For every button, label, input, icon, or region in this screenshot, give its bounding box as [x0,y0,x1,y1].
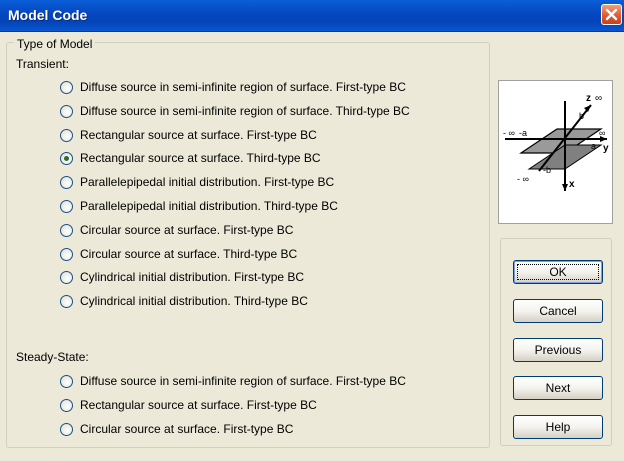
label-neg-a: -a [519,128,527,138]
radio-button[interactable] [60,81,73,94]
radio-button[interactable] [60,247,73,261]
label-z: z [586,93,591,104]
radio-label: Parallelepipedal initial distribution. F… [80,175,335,190]
label-a: a [591,141,596,151]
radio-label: Diffuse source in semi-infinite region o… [80,80,406,94]
help-label: Help [545,420,571,434]
radio-button[interactable] [60,422,73,436]
label-x: x [569,179,575,190]
cancel-label: Cancel [539,304,577,318]
radio-label: Rectangular source at surface. First-typ… [80,397,317,412]
radio-label: Rectangular source at surface. First-typ… [80,127,317,142]
group-title: Type of Model [14,37,96,51]
radio-label: Cylindrical initial distribution. First-… [80,270,305,285]
label-b-top: b [579,111,584,121]
next-label: Next [545,381,571,395]
axes-diagram-icon: z ∞ b - ∞ -a ∞ a y -b - ∞ x [503,93,609,191]
radio-button[interactable] [60,200,73,213]
radio-label: Parallelepipedal initial distribution. T… [80,199,338,213]
steady-state-label: Steady-State: [16,350,89,364]
close-button[interactable] [601,4,622,25]
label-neg-inf-2: - ∞ [517,174,529,184]
radio-label: Circular source at surface. First-type B… [80,421,294,436]
label-y: y [603,143,609,154]
radio-label: Cylindrical initial distribution. Third-… [80,294,308,309]
label-y-inf: ∞ [599,128,605,138]
radio-dot-icon [64,156,69,162]
close-icon [605,8,618,21]
radio-label: Diffuse source in semi-infinite region o… [80,103,410,118]
radio-button[interactable] [60,128,73,142]
window-title: Model Code [8,7,88,23]
label-z-inf: ∞ [595,93,602,104]
next-button[interactable]: Next [513,376,603,400]
label-neg-b: -b [543,165,551,175]
previous-button[interactable]: Previous [513,338,603,362]
radio-button[interactable] [60,375,73,388]
ok-button[interactable]: OK [513,260,603,284]
transient-label: Transient: [16,57,69,71]
radio-label: Circular source at surface. First-type B… [80,222,294,237]
radio-label: Rectangular source at surface. Third-typ… [80,151,321,166]
radio-button[interactable] [60,223,73,237]
radio-button[interactable] [60,398,73,412]
radio-button[interactable] [60,104,73,118]
cancel-button[interactable]: Cancel [513,299,603,323]
radio-label: Circular source at surface. Third-type B… [80,246,298,261]
radio-label: Diffuse source in semi-infinite region o… [80,374,406,388]
title-bar: Model Code [0,0,624,32]
coordinate-diagram: z ∞ b - ∞ -a ∞ a y -b - ∞ x [498,80,613,224]
previous-label: Previous [534,343,582,357]
label-neg-inf: - ∞ [503,128,515,138]
help-button[interactable]: Help [513,415,603,439]
